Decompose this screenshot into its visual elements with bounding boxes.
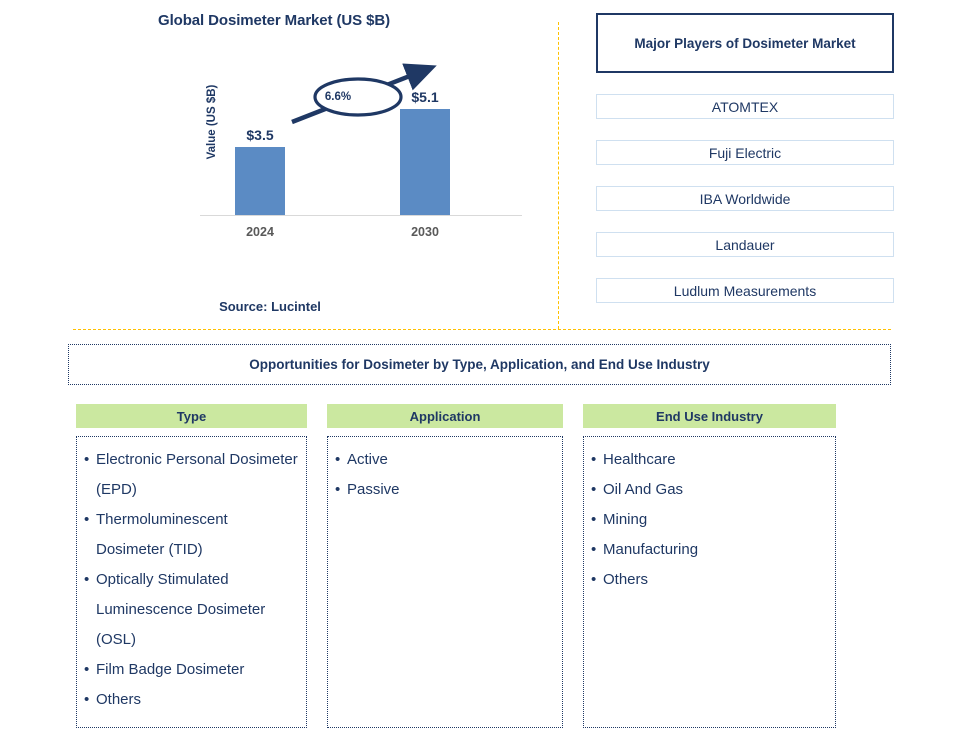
list-item: Electronic Personal Dosimeter (EPD) bbox=[83, 445, 300, 505]
segment-list: Electronic Personal Dosimeter (EPD) Ther… bbox=[83, 445, 300, 715]
chart-source-note: Source: Lucintel bbox=[219, 299, 321, 314]
opportunities-banner-text: Opportunities for Dosimeter by Type, App… bbox=[249, 357, 710, 372]
chart-title: Global Dosimeter Market (US $B) bbox=[158, 12, 390, 29]
list-item: Film Badge Dosimeter bbox=[83, 655, 300, 685]
segment-header: Type bbox=[76, 404, 307, 428]
player-name: Fuji Electric bbox=[708, 144, 782, 161]
segment-header: End Use Industry bbox=[583, 404, 836, 428]
player-name: ATOMTEX bbox=[711, 98, 779, 115]
major-players-panel: Major Players of Dosimeter Market ATOMTE… bbox=[596, 13, 894, 303]
bar-rect-2024 bbox=[235, 147, 285, 215]
player-name: IBA Worldwide bbox=[699, 190, 791, 207]
list-item: Thermoluminescent Dosimeter (TID) bbox=[83, 505, 300, 565]
player-row[interactable]: Ludlum Measurements bbox=[596, 278, 894, 303]
segment-column-application: Application Active Passive bbox=[327, 404, 563, 728]
bar-category-2030: 2030 bbox=[411, 225, 439, 239]
player-name: Landauer bbox=[715, 236, 775, 253]
segment-body: Active Passive bbox=[327, 436, 563, 728]
market-chart-panel: Global Dosimeter Market (US $B) Value (U… bbox=[0, 0, 548, 330]
list-item: Mining bbox=[590, 505, 829, 535]
list-item: Others bbox=[590, 565, 829, 595]
segment-list: Active Passive bbox=[334, 445, 556, 505]
segment-column-type: Type Electronic Personal Dosimeter (EPD)… bbox=[76, 404, 307, 728]
segment-body: Healthcare Oil And Gas Mining Manufactur… bbox=[583, 436, 836, 728]
segment-column-end-use-industry: End Use Industry Healthcare Oil And Gas … bbox=[583, 404, 836, 728]
segment-header: Application bbox=[327, 404, 563, 428]
player-row[interactable]: Landauer bbox=[596, 232, 894, 257]
list-item: Manufacturing bbox=[590, 535, 829, 565]
bar-category-2024: 2024 bbox=[246, 225, 274, 239]
list-item: Oil And Gas bbox=[590, 475, 829, 505]
cagr-arrow-icon bbox=[291, 63, 437, 125]
segment-list: Healthcare Oil And Gas Mining Manufactur… bbox=[590, 445, 829, 595]
list-item: Others bbox=[83, 685, 300, 715]
segment-body: Electronic Personal Dosimeter (EPD) Ther… bbox=[76, 436, 307, 728]
list-item: Optically Stimulated Luminescence Dosime… bbox=[83, 565, 300, 655]
major-players-header: Major Players of Dosimeter Market bbox=[596, 13, 894, 73]
horizontal-divider bbox=[73, 329, 891, 330]
segment-columns: Type Electronic Personal Dosimeter (EPD)… bbox=[76, 404, 836, 729]
player-row[interactable]: ATOMTEX bbox=[596, 94, 894, 119]
player-name: Ludlum Measurements bbox=[673, 282, 817, 299]
list-item: Passive bbox=[334, 475, 556, 505]
list-item: Active bbox=[334, 445, 556, 475]
opportunities-banner: Opportunities for Dosimeter by Type, App… bbox=[68, 344, 891, 385]
bar-group-2024: $3.5 2024 bbox=[210, 127, 310, 239]
chart-baseline-axis bbox=[200, 215, 522, 216]
player-row[interactable]: Fuji Electric bbox=[596, 140, 894, 165]
player-row[interactable]: IBA Worldwide bbox=[596, 186, 894, 211]
vertical-divider bbox=[558, 22, 559, 329]
list-item: Healthcare bbox=[590, 445, 829, 475]
chart-plot-area: Value (US $B) $3.5 2024 $5.1 2030 6.6% bbox=[170, 60, 530, 240]
